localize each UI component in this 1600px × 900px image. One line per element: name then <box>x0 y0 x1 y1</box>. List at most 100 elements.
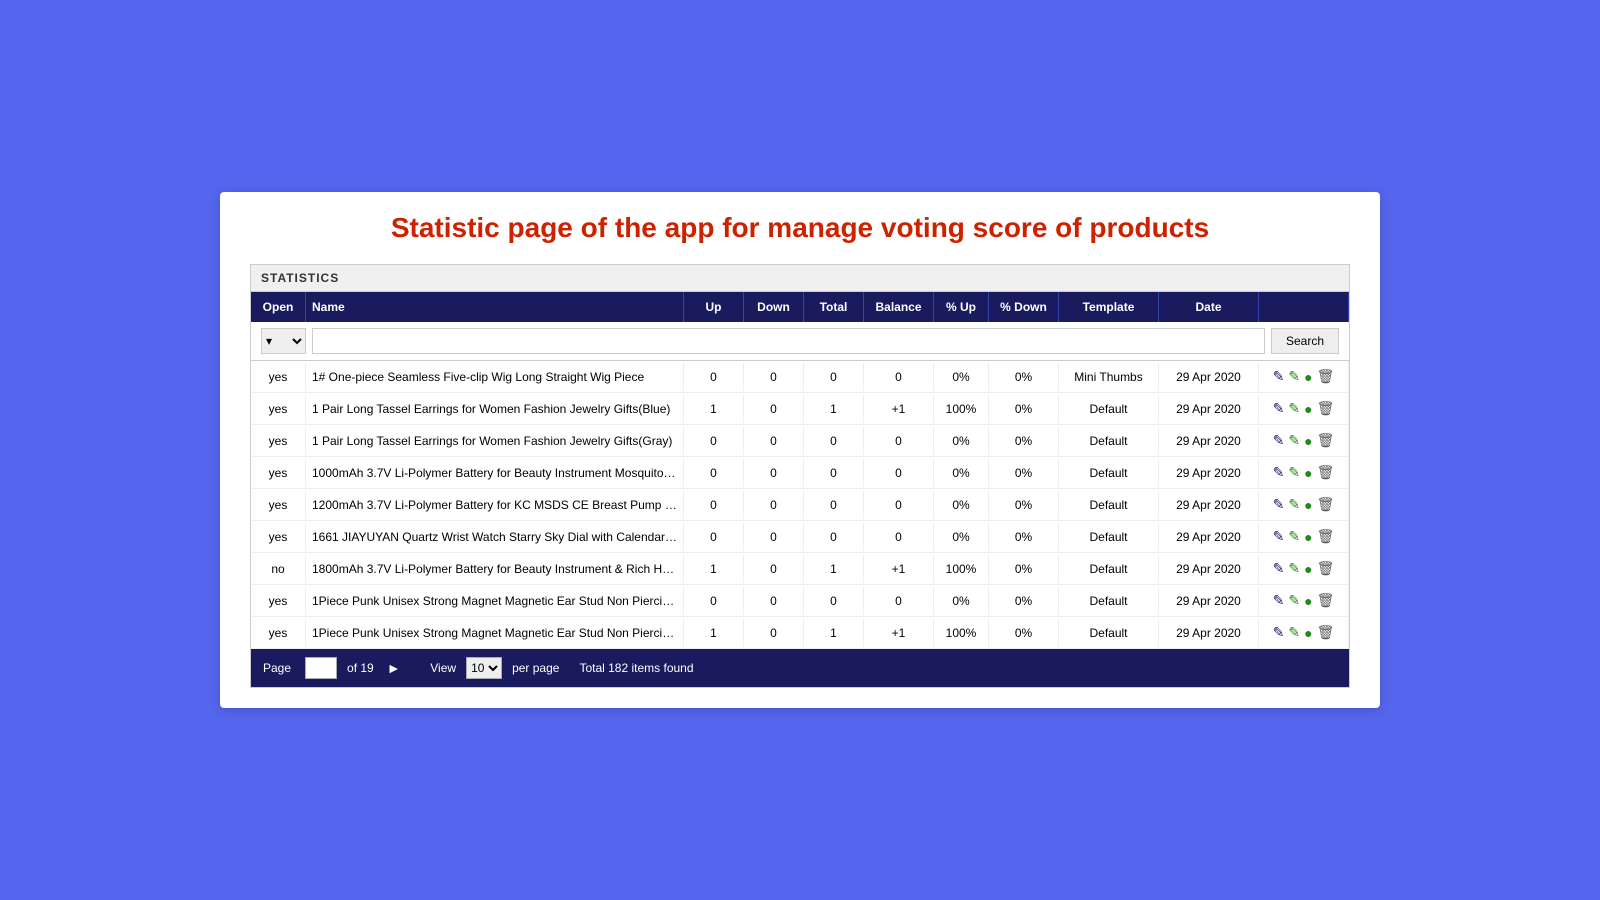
trash-icon[interactable]: 🗑 <box>1317 528 1335 545</box>
filter-select[interactable]: ▾ <box>261 328 306 354</box>
cell-date: 29 Apr 2020 <box>1159 459 1259 487</box>
eye-icon[interactable]: ● <box>1304 433 1312 449</box>
edit-icon[interactable]: ✎ <box>1273 368 1285 385</box>
cell-down: 0 <box>744 395 804 423</box>
col-header-pup: % Up <box>934 292 989 322</box>
trash-icon[interactable]: 🗑 <box>1317 624 1335 641</box>
pencil-icon[interactable]: ✎ <box>1288 368 1300 385</box>
cell-pup: 100% <box>934 395 989 423</box>
cell-name: 1200mAh 3.7V Li-Polymer Battery for KC M… <box>306 491 684 519</box>
eye-icon[interactable]: ● <box>1304 401 1312 417</box>
eye-icon[interactable]: ● <box>1304 625 1312 641</box>
page-label: Page <box>263 661 291 675</box>
cell-total: 1 <box>804 395 864 423</box>
search-button[interactable]: Search <box>1271 328 1339 354</box>
eye-icon[interactable]: ● <box>1304 593 1312 609</box>
cell-pup: 0% <box>934 491 989 519</box>
pencil-icon[interactable]: ✎ <box>1288 464 1300 481</box>
edit-icon[interactable]: ✎ <box>1273 528 1285 545</box>
trash-icon[interactable]: 🗑 <box>1317 400 1335 417</box>
eye-icon[interactable]: ● <box>1304 465 1312 481</box>
col-header-pdown: % Down <box>989 292 1059 322</box>
search-input[interactable] <box>312 328 1265 354</box>
eye-icon[interactable]: ● <box>1304 529 1312 545</box>
cell-actions: ✎ ✎ ● 🗑 <box>1259 393 1349 424</box>
main-card: Statistic page of the app for manage vot… <box>220 192 1380 708</box>
cell-actions: ✎ ✎ ● 🗑 <box>1259 585 1349 616</box>
table-row: yes 1Piece Punk Unisex Strong Magnet Mag… <box>251 585 1349 617</box>
cell-name: 1661 JIAYUYAN Quartz Wrist Watch Starry … <box>306 523 684 551</box>
cell-date: 29 Apr 2020 <box>1159 587 1259 615</box>
pencil-icon[interactable]: ✎ <box>1288 400 1300 417</box>
view-label: View <box>430 661 456 675</box>
pencil-icon[interactable]: ✎ <box>1288 624 1300 641</box>
cell-template: Default <box>1059 459 1159 487</box>
pencil-icon[interactable]: ✎ <box>1288 592 1300 609</box>
eye-icon[interactable]: ● <box>1304 497 1312 513</box>
edit-icon[interactable]: ✎ <box>1273 560 1285 577</box>
trash-icon[interactable]: 🗑 <box>1317 464 1335 481</box>
cell-up: 0 <box>684 523 744 551</box>
cell-open: yes <box>251 459 306 487</box>
cell-down: 0 <box>744 459 804 487</box>
current-page-input[interactable]: 1 <box>305 657 337 679</box>
cell-open: yes <box>251 395 306 423</box>
cell-up: 1 <box>684 619 744 647</box>
cell-balance: 0 <box>864 587 934 615</box>
cell-up: 0 <box>684 491 744 519</box>
cell-total: 1 <box>804 619 864 647</box>
cell-open: no <box>251 555 306 583</box>
edit-icon[interactable]: ✎ <box>1273 592 1285 609</box>
cell-actions: ✎ ✎ ● 🗑 <box>1259 425 1349 456</box>
col-header-name: Name <box>306 292 684 322</box>
col-header-template: Template <box>1059 292 1159 322</box>
cell-pup: 100% <box>934 555 989 583</box>
trash-icon[interactable]: 🗑 <box>1317 432 1335 449</box>
cell-pup: 0% <box>934 459 989 487</box>
edit-icon[interactable]: ✎ <box>1273 400 1285 417</box>
cell-name: 1Piece Punk Unisex Strong Magnet Magneti… <box>306 587 684 615</box>
table-row: yes 1# One-piece Seamless Five-clip Wig … <box>251 361 1349 393</box>
cell-down: 0 <box>744 491 804 519</box>
edit-icon[interactable]: ✎ <box>1273 464 1285 481</box>
cell-template: Default <box>1059 587 1159 615</box>
of-label: of 19 <box>347 661 374 675</box>
eye-icon[interactable]: ● <box>1304 369 1312 385</box>
cell-down: 0 <box>744 555 804 583</box>
cell-name: 1# One-piece Seamless Five-clip Wig Long… <box>306 363 684 391</box>
trash-icon[interactable]: 🗑 <box>1317 496 1335 513</box>
cell-template: Mini Thumbs <box>1059 363 1159 391</box>
cell-down: 0 <box>744 587 804 615</box>
edit-icon[interactable]: ✎ <box>1273 496 1285 513</box>
cell-pdown: 0% <box>989 491 1059 519</box>
pencil-icon[interactable]: ✎ <box>1288 560 1300 577</box>
eye-icon[interactable]: ● <box>1304 561 1312 577</box>
cell-total: 0 <box>804 459 864 487</box>
table-row: yes 1 Pair Long Tassel Earrings for Wome… <box>251 425 1349 457</box>
cell-template: Default <box>1059 427 1159 455</box>
cell-date: 29 Apr 2020 <box>1159 491 1259 519</box>
edit-icon[interactable]: ✎ <box>1273 624 1285 641</box>
pencil-icon[interactable]: ✎ <box>1288 528 1300 545</box>
trash-icon[interactable]: 🗑 <box>1317 368 1335 385</box>
data-rows-container: yes 1# One-piece Seamless Five-clip Wig … <box>251 361 1349 649</box>
per-page-label: per page <box>512 661 559 675</box>
col-header-total: Total <box>804 292 864 322</box>
cell-total: 0 <box>804 491 864 519</box>
per-page-select[interactable]: 10 25 50 <box>466 657 502 679</box>
cell-open: yes <box>251 427 306 455</box>
trash-icon[interactable]: 🗑 <box>1317 560 1335 577</box>
next-page-nav[interactable]: ► <box>384 660 404 676</box>
cell-down: 0 <box>744 619 804 647</box>
footer-bar: Page 1 of 19 ► View 10 25 50 per page To… <box>251 649 1349 687</box>
pencil-icon[interactable]: ✎ <box>1288 432 1300 449</box>
cell-pup: 0% <box>934 523 989 551</box>
col-header-up: Up <box>684 292 744 322</box>
cell-template: Default <box>1059 555 1159 583</box>
trash-icon[interactable]: 🗑 <box>1317 592 1335 609</box>
col-header-date: Date <box>1159 292 1259 322</box>
pencil-icon[interactable]: ✎ <box>1288 496 1300 513</box>
cell-pdown: 0% <box>989 555 1059 583</box>
edit-icon[interactable]: ✎ <box>1273 432 1285 449</box>
cell-balance: +1 <box>864 555 934 583</box>
